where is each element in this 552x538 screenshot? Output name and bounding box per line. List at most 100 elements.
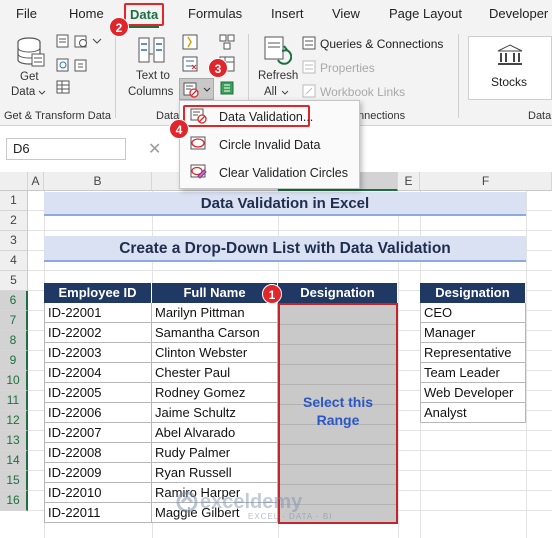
row-header[interactable]: 14 [0, 451, 28, 471]
employee-id-cell[interactable]: ID-22004 [44, 363, 152, 383]
designation-list-cell[interactable]: CEO [420, 303, 526, 323]
row-header[interactable]: 6 [0, 291, 28, 311]
range-gridline [280, 464, 396, 465]
data-validation-button[interactable] [179, 78, 214, 100]
refresh-icon[interactable] [262, 34, 292, 66]
row-header[interactable]: 13 [0, 431, 28, 451]
employee-id-cell[interactable]: ID-22007 [44, 423, 152, 443]
properties-button[interactable]: Properties [320, 61, 375, 75]
row-header[interactable]: 11 [0, 391, 28, 411]
flash-fill-icon[interactable] [182, 34, 198, 50]
row-header[interactable]: 8 [0, 331, 28, 351]
full-name-cell[interactable]: Chester Paul [152, 363, 278, 383]
employee-id-cell[interactable]: ID-22002 [44, 323, 152, 343]
tab-home[interactable]: Home [69, 6, 104, 21]
range-gridline [280, 444, 396, 445]
column-header-e[interactable]: E [398, 172, 420, 191]
employee-id-cell[interactable]: ID-22001 [44, 303, 152, 323]
full-name-cell[interactable]: Rudy Palmer [152, 443, 278, 463]
employee-id-cell[interactable]: ID-22006 [44, 403, 152, 423]
row-header[interactable]: 7 [0, 311, 28, 331]
manage-data-model-icon[interactable] [219, 80, 235, 96]
column-header-f[interactable]: F [420, 172, 552, 191]
tab-view[interactable]: View [332, 6, 360, 21]
tab-file[interactable]: File [16, 6, 37, 21]
tab-developer[interactable]: Developer [489, 6, 548, 21]
select-all-corner[interactable] [0, 172, 28, 191]
database-icon[interactable] [16, 36, 46, 68]
row-header[interactable]: 2 [0, 211, 28, 231]
gridline [28, 230, 552, 231]
menu-item-label: Data Validation... [219, 110, 314, 124]
employee-id-cell[interactable]: ID-22010 [44, 483, 152, 503]
full-name-cell[interactable]: Rodney Gomez [152, 383, 278, 403]
menu-item-clear-circles[interactable]: Clear Validation Circles [180, 160, 359, 186]
row-header[interactable]: 4 [0, 251, 28, 271]
sheet-title: Data Validation in Excel [44, 192, 526, 216]
row-header[interactable]: 3 [0, 231, 28, 251]
range-text-line1: Select this [302, 394, 374, 410]
group-queries-connections: nnections [358, 110, 406, 122]
cancel-entry-icon[interactable]: ✕ [148, 139, 161, 159]
designation-list-cell[interactable]: Web Developer [420, 383, 526, 403]
row-header[interactable]: 10 [0, 371, 28, 391]
full-name-cell[interactable]: Jaime Schultz [152, 403, 278, 423]
chevron-down-icon [281, 90, 289, 95]
from-text-icon[interactable] [56, 34, 70, 48]
get-data-label-line2[interactable]: Data [11, 86, 35, 98]
consolidate-icon[interactable] [219, 34, 235, 50]
employee-id-cell[interactable]: ID-22008 [44, 443, 152, 463]
get-data-label-line1[interactable]: Get [20, 71, 39, 83]
text-to-columns-line1[interactable]: Text to [136, 70, 170, 82]
tab-formulas[interactable]: Formulas [188, 6, 242, 21]
row-header[interactable]: 1 [0, 191, 28, 211]
designation-list-cell[interactable]: Manager [420, 323, 526, 343]
refresh-label-line1[interactable]: Refresh [258, 70, 298, 82]
designation-list-cell[interactable]: Representative [420, 343, 526, 363]
workbook-links-icon [302, 84, 316, 98]
full-name-cell[interactable]: Clinton Webster [152, 343, 278, 363]
queries-icon [302, 36, 316, 50]
remove-duplicates-icon[interactable] [182, 56, 198, 72]
full-name-cell[interactable]: Marilyn Pittman [152, 303, 278, 323]
full-name-cell[interactable]: Ryan Russell [152, 463, 278, 483]
designation-list-cell[interactable]: Analyst [420, 403, 526, 423]
stocks-data-type[interactable]: Stocks [468, 36, 552, 100]
data-validation-icon [190, 108, 207, 124]
employee-id-cell[interactable]: ID-22005 [44, 383, 152, 403]
employee-id-cell[interactable]: ID-22011 [44, 503, 152, 523]
employee-id-cell[interactable]: ID-22003 [44, 343, 152, 363]
column-header-a[interactable]: A [28, 172, 44, 191]
workbook-links-button[interactable]: Workbook Links [320, 85, 405, 99]
recent-sources-icon[interactable] [74, 34, 88, 48]
text-to-columns-line2[interactable]: Columns [128, 86, 173, 98]
row-header[interactable]: 12 [0, 411, 28, 431]
group-get-transform: Get & Transform Data [4, 110, 111, 122]
existing-connections-icon[interactable] [74, 58, 88, 72]
refresh-label-line2[interactable]: All [264, 86, 277, 98]
menu-item-label: Clear Validation Circles [219, 166, 348, 180]
text-to-columns-icon[interactable] [137, 34, 167, 66]
name-box[interactable]: D6 [6, 138, 126, 160]
header-designation-list: Designation [420, 283, 526, 303]
queries-connections-button[interactable]: Queries & Connections [320, 37, 443, 51]
step-badge-1: 1 [262, 284, 282, 304]
full-name-cell[interactable]: Samantha Carson [152, 323, 278, 343]
column-header-b[interactable]: B [44, 172, 152, 191]
menu-item-data-validation[interactable]: Data Validation... [180, 104, 359, 130]
tab-insert[interactable]: Insert [271, 6, 304, 21]
from-web-icon[interactable] [56, 58, 70, 72]
chevron-down-icon [203, 87, 211, 92]
tab-data[interactable]: Data [124, 3, 165, 28]
tab-page-layout[interactable]: Page Layout [389, 6, 462, 21]
row-header[interactable]: 16 [0, 491, 28, 511]
row-header[interactable]: 9 [0, 351, 28, 371]
bank-icon [497, 44, 523, 65]
from-table-icon[interactable] [56, 80, 70, 94]
employee-id-cell[interactable]: ID-22009 [44, 463, 152, 483]
designation-list-cell[interactable]: Team Leader [420, 363, 526, 383]
row-header[interactable]: 15 [0, 471, 28, 491]
row-header[interactable]: 5 [0, 271, 28, 291]
full-name-cell[interactable]: Abel Alvarado [152, 423, 278, 443]
menu-item-circle-invalid[interactable]: Circle Invalid Data [180, 132, 359, 158]
